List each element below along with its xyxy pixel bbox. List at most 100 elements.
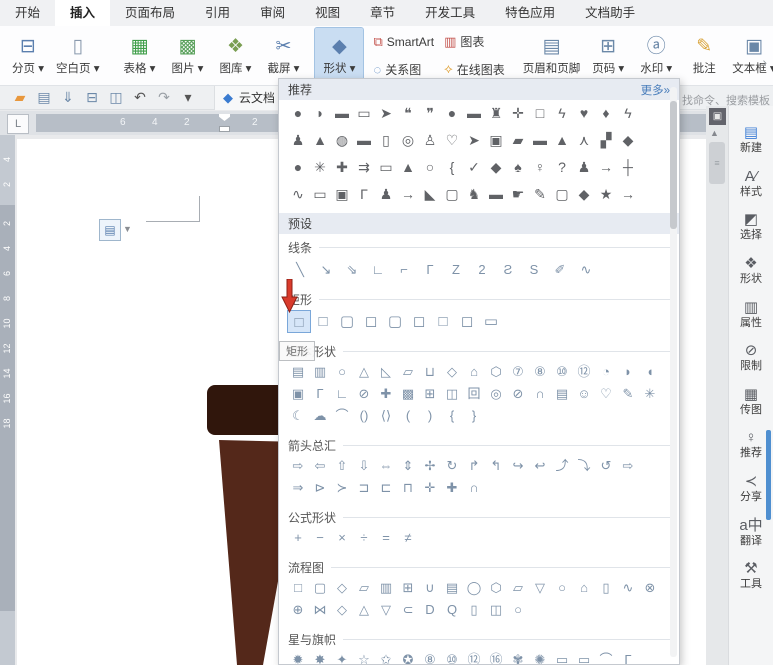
shape-icon[interactable]: ∟ [331, 384, 353, 404]
shape-icon[interactable]: → [595, 155, 617, 180]
shape-icon[interactable]: ∪ [419, 578, 441, 598]
shape-icon[interactable]: ✢ [419, 456, 441, 476]
shape-icon[interactable]: ◣ [419, 182, 441, 207]
shape-icon[interactable]: ┼ [617, 155, 639, 180]
shape-icon[interactable]: ▢ [551, 182, 573, 207]
shape-icon[interactable]: ▬ [485, 182, 507, 207]
shape-icon[interactable]: ⌐ [391, 258, 417, 282]
shape-icon[interactable]: () [353, 406, 375, 426]
shape-icon[interactable]: ◗ [617, 362, 639, 382]
shape-icon[interactable]: ♡ [595, 384, 617, 404]
shape-icon[interactable]: ▢ [335, 310, 359, 333]
ribbon-button-表格[interactable]: ▦表格 ▾ [115, 28, 163, 83]
shape-icon[interactable]: ◫ [485, 600, 507, 620]
paste-options-caret-icon[interactable]: ▼ [123, 224, 132, 234]
ribbon-button-图表[interactable]: ▥图表 [444, 28, 505, 56]
sidebar-item-翻译[interactable]: a中翻译 [739, 517, 762, 548]
shape-icon[interactable]: ⑩ [551, 362, 573, 382]
shape-icon[interactable]: ⑦ [507, 362, 529, 382]
vertical-ruler[interactable]: 42 24681012141618 [0, 135, 15, 665]
shape-icon[interactable]: ▱ [397, 362, 419, 382]
shape-icon[interactable]: Γ [617, 650, 639, 665]
shape-icon[interactable]: ⊂ [397, 600, 419, 620]
shape-icon[interactable]: ▬ [331, 101, 353, 126]
shape-icon[interactable]: ▣ [287, 384, 309, 404]
export-icon[interactable]: ⇓ [56, 89, 80, 106]
shape-icon[interactable]: ✹ [287, 650, 309, 665]
toolbar-dropdown-icon[interactable]: ▾ [176, 89, 200, 106]
shape-icon[interactable]: ⊔ [419, 362, 441, 382]
shape-icon[interactable]: ⊐ [353, 478, 375, 498]
shape-icon[interactable]: ⊘ [353, 384, 375, 404]
shape-icon[interactable]: ▭ [309, 182, 331, 207]
shape-icon[interactable]: ⊕ [287, 600, 309, 620]
sidebar-item-属性[interactable]: ▥属性 [740, 299, 762, 330]
shape-icon[interactable]: Γ [417, 258, 443, 282]
shape-icon[interactable]: ◆ [485, 155, 507, 180]
ribbon-button-页眉和页脚[interactable]: ▤页眉和页脚 [519, 28, 585, 83]
shape-icon[interactable]: ⌒ [331, 406, 353, 426]
shape-icon[interactable]: × [331, 528, 353, 548]
shape-icon[interactable]: ∩ [463, 478, 485, 498]
shape-icon[interactable]: ◍ [331, 128, 353, 153]
sidebar-item-传图[interactable]: ▦传图 [740, 386, 762, 417]
shape-icon[interactable]: ♟ [287, 128, 309, 153]
shape-icon[interactable]: ⑫ [463, 650, 485, 665]
shape-icon[interactable]: ⤵ [573, 456, 595, 476]
shape-icon[interactable]: ▽ [529, 578, 551, 598]
shape-icon[interactable]: ( [397, 406, 419, 426]
shape-icon[interactable]: ▤ [441, 578, 463, 598]
shape-icon[interactable]: ✛ [419, 478, 441, 498]
sidebar-item-样式[interactable]: A⁄样式 [740, 168, 762, 199]
shape-icon[interactable]: ✳ [639, 384, 661, 404]
shape-icon[interactable]: ▣ [331, 182, 353, 207]
sidebar-item-新建[interactable]: ▤新建 [740, 124, 762, 155]
ribbon-button-分页[interactable]: ⊟分页 ▾ [4, 28, 52, 83]
shape-icon[interactable]: ≻ [331, 478, 353, 498]
shape-icon[interactable]: ✚ [375, 384, 397, 404]
shape-icon[interactable]: ▣ [485, 128, 507, 153]
sidebar-item-分享[interactable]: ≺分享 [740, 473, 762, 504]
tab-页面布局[interactable]: 页面布局 [110, 0, 190, 26]
shape-icon[interactable]: ▽ [375, 600, 397, 620]
shape-icon[interactable]: ☁ [309, 406, 331, 426]
ribbon-button-SmartArt[interactable]: ⧉SmartArt [373, 28, 434, 56]
tab-stop-selector[interactable]: L [7, 114, 29, 134]
shape-icon[interactable]: ◔ [595, 362, 617, 382]
shape-icon[interactable]: ▯ [595, 578, 617, 598]
shape-icon[interactable]: ● [287, 155, 309, 180]
shape-icon[interactable]: ● [441, 101, 463, 126]
shape-icon[interactable]: ♜ [485, 101, 507, 126]
shape-icon[interactable]: ◫ [441, 384, 463, 404]
shape-icon[interactable]: { [441, 155, 463, 180]
shape-icon[interactable]: ✚ [441, 478, 463, 498]
shape-icon[interactable]: ϟ [551, 101, 573, 126]
shape-icon[interactable]: + [287, 528, 309, 548]
tab-引用[interactable]: 引用 [190, 0, 245, 26]
sidebar-item-推荐[interactable]: ♀推荐 [740, 429, 762, 460]
shape-icon[interactable]: ⤴ [551, 456, 573, 476]
sidebar-scrollbar-thumb[interactable] [766, 430, 771, 520]
shape-icon[interactable]: D [419, 600, 441, 620]
sidebar-item-选择[interactable]: ◩选择 [740, 211, 762, 242]
shape-icon[interactable]: ⑫ [573, 362, 595, 382]
shape-icon[interactable]: ⊳ [309, 478, 331, 498]
shape-icon[interactable]: ⊏ [375, 478, 397, 498]
tab-审阅[interactable]: 审阅 [245, 0, 300, 26]
shape-icon[interactable]: ☾ [287, 406, 309, 426]
shape-icon[interactable]: ✚ [331, 155, 353, 180]
shape-icon[interactable]: ⇔ [375, 456, 397, 476]
indent-marker-top[interactable] [219, 114, 230, 121]
shape-icon[interactable]: ⋈ [309, 600, 331, 620]
shape-icon[interactable]: ⬡ [485, 362, 507, 382]
shape-icon[interactable]: Z [443, 258, 469, 282]
shape-icon[interactable]: ▬ [529, 128, 551, 153]
shape-icon[interactable]: − [309, 528, 331, 548]
shape-icon[interactable]: ▰ [507, 128, 529, 153]
shape-icon[interactable]: Ƨ [495, 258, 521, 282]
shape-icon[interactable]: ÷ [353, 528, 375, 548]
shape-icon[interactable]: ◎ [397, 128, 419, 153]
open-file-icon[interactable]: ▰ [8, 89, 32, 106]
shape-icon[interactable]: ✩ [375, 650, 397, 665]
shape-icon[interactable]: ☛ [507, 182, 529, 207]
